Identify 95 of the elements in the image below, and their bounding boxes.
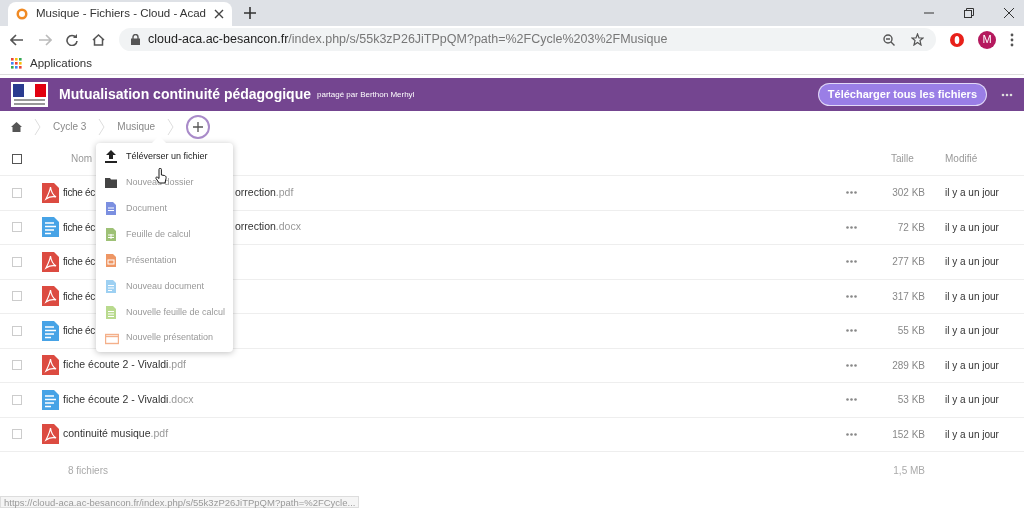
home-icon[interactable] bbox=[92, 33, 105, 46]
document-file-icon bbox=[42, 217, 59, 238]
file-size: 317 KB bbox=[891, 289, 925, 304]
restore-icon[interactable] bbox=[964, 8, 974, 18]
reload-icon[interactable] bbox=[66, 33, 78, 46]
row-checkbox[interactable] bbox=[12, 222, 22, 233]
document-file-icon bbox=[42, 389, 59, 410]
modified-date: il y a un jour bbox=[945, 220, 1000, 235]
site-icon bbox=[16, 8, 28, 20]
file-name[interactable]: continuité musique.pdf bbox=[63, 426, 169, 443]
more-icon[interactable] bbox=[846, 260, 857, 264]
plus-icon bbox=[193, 121, 204, 132]
row-checkbox[interactable] bbox=[12, 325, 22, 336]
breadcrumb-link[interactable]: Musique bbox=[117, 119, 156, 134]
chevron-icon bbox=[34, 118, 41, 135]
link-preview-text: https://cloud-aca.ac-besancon.fr/index.php/s/55k3zP26JiTPpQM?path=%2FCycle... bbox=[0, 496, 360, 508]
more-icon[interactable] bbox=[846, 294, 857, 298]
file-name[interactable]: orrection.pdf bbox=[235, 184, 294, 201]
file-name[interactable]: fiche écoute 2 - Vivaldi.docx bbox=[63, 391, 194, 408]
pdf-file-icon bbox=[42, 355, 59, 376]
file-size: 152 KB bbox=[891, 427, 925, 442]
select-all-checkbox[interactable] bbox=[12, 153, 22, 164]
forward-icon[interactable] bbox=[38, 33, 52, 46]
tab-title: Musique - Fichiers - Cloud - Acad bbox=[36, 6, 206, 22]
more-icon[interactable] bbox=[846, 225, 857, 229]
document-icon bbox=[105, 279, 119, 293]
modified-date: il y a un jour bbox=[945, 289, 1000, 304]
file-name[interactable]: fiche éc bbox=[63, 323, 96, 339]
file-count: 8 fichiers bbox=[68, 463, 108, 478]
new-tab-icon[interactable] bbox=[244, 7, 256, 19]
total-size: 1,5 MB bbox=[893, 463, 925, 478]
more-icon[interactable] bbox=[846, 363, 857, 367]
file-size: 55 KB bbox=[896, 324, 925, 339]
url-text: cloud-aca.ac-besancon.fr/index.php/s/55k3zP26JiTPpQM?path=%2FCycle%203%2FMusique bbox=[148, 31, 668, 49]
address-bar[interactable]: cloud-aca.ac-besancon.fr/index.php/s/55k3zP26JiTPpQM?path=%2FCycle%203%2FMusique bbox=[119, 28, 936, 51]
extension-icon[interactable] bbox=[950, 32, 964, 47]
browser-tab[interactable]: Musique - Fichiers - Cloud - Acad bbox=[8, 2, 232, 26]
add-button[interactable] bbox=[186, 114, 211, 139]
modified-date: il y a un jour bbox=[945, 358, 1000, 373]
zoom-icon[interactable] bbox=[883, 33, 895, 46]
more-icon[interactable] bbox=[1010, 32, 1014, 47]
row-checkbox[interactable] bbox=[12, 256, 22, 267]
modified-date: il y a un jour bbox=[945, 427, 1000, 442]
more-icon[interactable] bbox=[1001, 92, 1013, 97]
file-size: 302 KB bbox=[891, 186, 925, 201]
pdf-file-icon bbox=[42, 251, 59, 272]
file-name[interactable]: fiche éc bbox=[63, 288, 96, 304]
file-size: 289 KB bbox=[891, 358, 925, 373]
home-icon[interactable] bbox=[11, 121, 22, 132]
modified-date: il y a un jour bbox=[945, 186, 1000, 201]
file-name[interactable]: fiche écoute 2 - Vivaldi.pdf bbox=[63, 357, 186, 374]
more-icon[interactable] bbox=[846, 329, 857, 333]
document-file-icon bbox=[42, 320, 59, 341]
modified-date: il y a un jour bbox=[945, 255, 1000, 270]
presentation-icon bbox=[105, 254, 119, 267]
row-checkbox[interactable] bbox=[12, 360, 22, 371]
close-icon[interactable] bbox=[1004, 8, 1014, 18]
file-name[interactable]: fiche éc bbox=[63, 254, 96, 270]
folder-icon bbox=[105, 176, 119, 190]
lock-icon bbox=[131, 34, 140, 45]
upload-icon bbox=[105, 150, 119, 164]
file-name[interactable]: orrection.docx bbox=[235, 219, 301, 236]
chevron-icon bbox=[167, 118, 175, 135]
apps-grid-icon bbox=[11, 58, 22, 69]
share-title: Mutualisation continuité pédagogique bbox=[59, 85, 311, 104]
more-icon[interactable] bbox=[846, 432, 857, 436]
modified-date: il y a un jour bbox=[945, 324, 1000, 339]
menu-item[interactable]: Téléverser un fichier bbox=[96, 144, 233, 170]
row-checkbox[interactable] bbox=[12, 394, 22, 405]
chevron-icon bbox=[98, 118, 106, 135]
row-checkbox[interactable] bbox=[12, 187, 22, 198]
more-icon[interactable] bbox=[846, 191, 857, 195]
download-all-button[interactable]: Télécharger tous les fichiers bbox=[817, 83, 987, 106]
bookmark-link[interactable]: Applications bbox=[30, 54, 92, 73]
shared-by-text: partagé par Berthon Merhyl bbox=[317, 88, 415, 101]
back-icon[interactable] bbox=[10, 33, 24, 46]
spreadsheet-icon bbox=[105, 305, 119, 319]
document-icon bbox=[105, 202, 119, 216]
close-icon[interactable] bbox=[214, 9, 224, 19]
profile-avatar[interactable]: M bbox=[978, 30, 996, 49]
logo-icon bbox=[11, 82, 48, 107]
star-icon[interactable] bbox=[911, 33, 924, 46]
spreadsheet-icon bbox=[105, 228, 119, 242]
pdf-file-icon bbox=[42, 424, 59, 445]
file-size: 72 KB bbox=[896, 220, 925, 235]
presentation-icon bbox=[105, 331, 119, 345]
modified-date: il y a un jour bbox=[945, 393, 1000, 408]
pdf-file-icon bbox=[42, 286, 59, 307]
more-icon[interactable] bbox=[846, 398, 857, 402]
row-checkbox[interactable] bbox=[12, 429, 22, 440]
breadcrumb-link[interactable]: Cycle 3 bbox=[53, 119, 87, 134]
file-size: 277 KB bbox=[891, 255, 925, 270]
pdf-file-icon bbox=[42, 182, 59, 203]
file-size: 53 KB bbox=[896, 393, 925, 408]
row-checkbox[interactable] bbox=[12, 291, 22, 302]
